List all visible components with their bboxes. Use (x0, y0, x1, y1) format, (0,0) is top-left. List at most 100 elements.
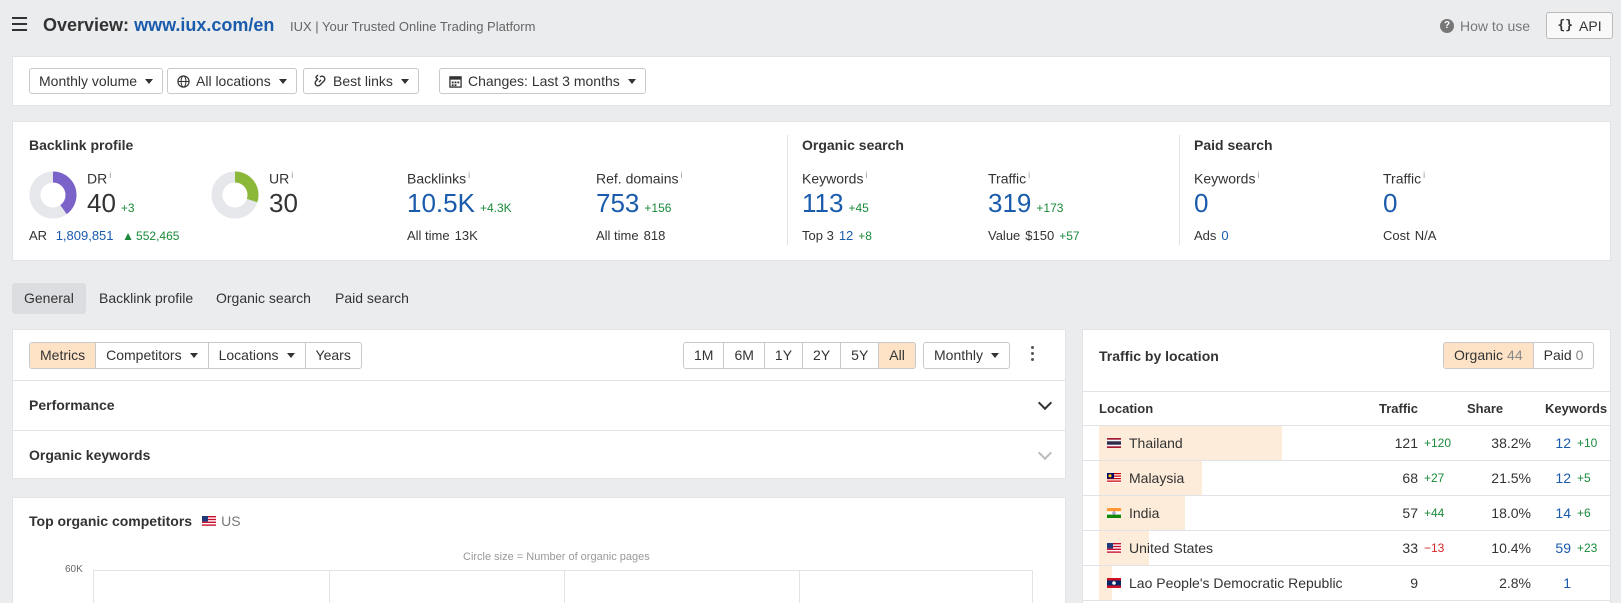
toggle-organic[interactable]: Organic 44 (1444, 343, 1534, 368)
more-options-icon[interactable] (1031, 346, 1035, 364)
share-value: 38.2% (1491, 435, 1531, 451)
ar-row: AR 1,809,851 ▲ 552,465 (29, 228, 179, 243)
caret-down-icon (189, 353, 198, 358)
location-name[interactable]: Thailand (1129, 435, 1183, 451)
keywords-value[interactable]: 59 (1553, 540, 1571, 556)
share-value: 2.8% (1499, 575, 1531, 591)
volume-dropdown[interactable]: Monthly volume (29, 68, 164, 94)
locations-dropdown[interactable]: All locations (167, 68, 297, 94)
range-all[interactable]: All (879, 343, 915, 368)
chart-note: Circle size = Number of organic pages (463, 551, 650, 563)
col-location[interactable]: Location (1099, 401, 1153, 416)
location-name[interactable]: United States (1129, 540, 1213, 556)
col-traffic[interactable]: Traffic (1379, 401, 1418, 416)
tab-paid-search[interactable]: Paid search (323, 283, 421, 314)
table-row[interactable]: India 57 +44 18.0% 14 +6 (1083, 496, 1610, 531)
segment-metrics[interactable]: Metrics (30, 343, 97, 368)
traffic-by-location-panel: Traffic by location Organic 44 Paid 0 Loca… (1082, 329, 1611, 603)
paid-keywords-label: Keywords i (1194, 170, 1260, 187)
y-axis-tick: 60K (65, 564, 83, 575)
divider (1179, 135, 1180, 245)
performance-title: Performance (29, 397, 115, 413)
table-row[interactable]: Thailand 121 +120 38.2% 12 +10 (1083, 426, 1610, 461)
location-name[interactable]: Lao People's Democratic Republic (1129, 575, 1343, 591)
tab-backlink-profile[interactable]: Backlink profile (87, 283, 205, 314)
globe-icon (177, 74, 190, 88)
api-label: API (1579, 17, 1602, 34)
chevron-down-icon[interactable] (1037, 445, 1053, 461)
performance-section[interactable]: Performance (13, 380, 1065, 430)
traffic-change: +27 (1424, 471, 1445, 485)
caret-down-icon (145, 78, 154, 84)
api-button[interactable]: {} API (1546, 12, 1613, 39)
info-icon[interactable]: i (1028, 170, 1030, 180)
traffic-change: +44 (1424, 506, 1445, 520)
competitors-panel: Top organic competitors US Circle size =… (12, 497, 1066, 603)
segment-years[interactable]: Years (306, 343, 361, 368)
page-subtitle: IUX | Your Trusted Online Trading Platfo… (290, 19, 536, 34)
menu-icon[interactable] (12, 17, 27, 31)
tab-general[interactable]: General (12, 283, 86, 314)
organic-keywords-value[interactable]: 113 +45 (802, 188, 869, 219)
refdomains-value[interactable]: 753 +156 (596, 188, 671, 219)
keywords-value[interactable]: 14 (1553, 505, 1571, 521)
ar-value[interactable]: 1,809,851 (56, 228, 114, 243)
range-6m[interactable]: 6M (724, 343, 765, 368)
location-name[interactable]: India (1129, 505, 1159, 521)
volume-dropdown-label: Monthly volume (39, 73, 138, 89)
organic-keywords-label: Keywords i (802, 170, 868, 187)
backlinks-alltime: All time 13K (407, 228, 478, 243)
share-value: 18.0% (1491, 505, 1531, 521)
col-keywords[interactable]: Keywords (1545, 401, 1607, 416)
country-selector[interactable]: US (202, 513, 241, 529)
metrics-panel: Backlink profile DR i 40 +3 AR 1,809,851 ▲… (12, 121, 1611, 261)
ur-value: 30 (269, 188, 298, 218)
help-icon: ? (1440, 19, 1454, 33)
info-icon[interactable]: i (109, 170, 111, 180)
table-row[interactable]: United States 33 −13 10.4% 59 +23 (1083, 531, 1610, 566)
organic-traffic-value[interactable]: 319 +173 (988, 188, 1063, 219)
changes-dropdown[interactable]: Changes: Last 3 months (439, 68, 646, 94)
range-1y[interactable]: 1Y (765, 343, 804, 368)
paid-keywords-value[interactable]: 0 (1194, 188, 1208, 219)
range-5y[interactable]: 5Y (841, 343, 880, 368)
page-title-domain[interactable]: www.iux.com/en (134, 15, 274, 35)
traffic-value: 33 (1402, 540, 1418, 556)
keywords-value[interactable]: 12 (1553, 435, 1571, 451)
location-table-header: Location Traffic Share Keywords (1083, 391, 1610, 426)
keywords-value[interactable]: 12 (1553, 470, 1571, 486)
toggle-paid[interactable]: Paid 0 (1534, 343, 1594, 368)
ads-value[interactable]: 0 (1221, 228, 1228, 243)
info-icon[interactable]: i (680, 170, 682, 180)
paid-traffic-value[interactable]: 0 (1383, 188, 1397, 219)
how-to-use-link[interactable]: ? How to use (1440, 18, 1530, 34)
ads-row: Ads 0 (1194, 228, 1229, 243)
links-dropdown[interactable]: Best links (303, 68, 419, 94)
keywords-value[interactable]: 1 (1553, 575, 1571, 591)
info-icon[interactable]: i (1423, 170, 1425, 180)
tab-organic-search[interactable]: Organic search (204, 283, 323, 314)
malaysia-flag-icon (1107, 473, 1121, 483)
interval-dropdown[interactable]: Monthly (923, 342, 1011, 369)
thailand-flag-icon (1107, 438, 1121, 448)
braces-icon: {} (1557, 18, 1574, 33)
share-value: 21.5% (1491, 470, 1531, 486)
traffic-value: 121 (1394, 435, 1418, 451)
location-name[interactable]: Malaysia (1129, 470, 1184, 486)
info-icon[interactable]: i (468, 170, 470, 180)
info-icon[interactable]: i (1257, 170, 1259, 180)
chevron-down-icon[interactable] (1037, 395, 1053, 411)
segment-locations[interactable]: Locations (209, 343, 306, 368)
range-2y[interactable]: 2Y (803, 343, 842, 368)
info-icon[interactable]: i (291, 170, 293, 180)
segment-competitors[interactable]: Competitors (96, 343, 209, 368)
refdomains-label: Ref. domains i (596, 170, 683, 187)
table-row[interactable]: Malaysia 68 +27 21.5% 12 +5 (1083, 461, 1610, 496)
col-share[interactable]: Share (1467, 401, 1503, 416)
range-1m[interactable]: 1M (684, 343, 725, 368)
top3-value[interactable]: 12 (839, 228, 853, 243)
organic-keywords-section[interactable]: Organic keywords (13, 430, 1065, 480)
info-icon[interactable]: i (865, 170, 867, 180)
table-row[interactable]: Lao People's Democratic Republic 9 2.8% … (1083, 566, 1610, 601)
backlinks-value[interactable]: 10.5K +4.3K (407, 188, 512, 219)
